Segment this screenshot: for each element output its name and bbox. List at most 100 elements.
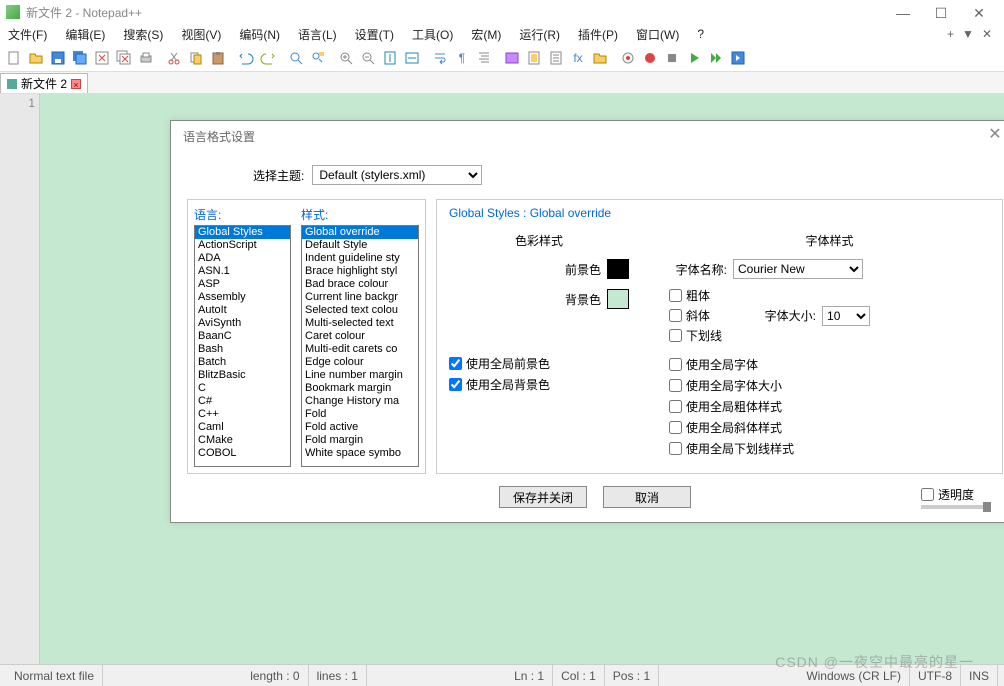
use-global-fg-check[interactable]: 使用全局前景色 bbox=[449, 355, 629, 372]
language-item[interactable]: ADA bbox=[195, 252, 290, 265]
language-listbox[interactable]: Global StylesActionScriptADAASN.1ASPAsse… bbox=[194, 225, 291, 467]
style-item[interactable]: Edge colour bbox=[302, 356, 418, 369]
use-global-underline-check[interactable]: 使用全局下划线样式 bbox=[669, 440, 990, 457]
undo-icon[interactable] bbox=[236, 48, 256, 68]
language-item[interactable]: ASN.1 bbox=[195, 265, 290, 278]
language-item[interactable]: AviSynth bbox=[195, 317, 290, 330]
menu-x-icon[interactable]: ✕ bbox=[982, 27, 992, 41]
style-item[interactable]: Caret colour bbox=[302, 330, 418, 343]
language-item[interactable]: C bbox=[195, 382, 290, 395]
menu-plugins[interactable]: 插件(P) bbox=[574, 26, 622, 43]
style-item[interactable]: Current line backgr bbox=[302, 291, 418, 304]
language-item[interactable]: Caml bbox=[195, 421, 290, 434]
style-item[interactable]: Indent guideline sty bbox=[302, 252, 418, 265]
style-item[interactable]: White space symbo bbox=[302, 447, 418, 460]
bold-check[interactable]: 粗体 bbox=[669, 287, 722, 304]
menu-language[interactable]: 语言(L) bbox=[294, 26, 341, 43]
record-icon[interactable] bbox=[640, 48, 660, 68]
use-global-italic-check[interactable]: 使用全局斜体样式 bbox=[669, 419, 990, 436]
menu-run[interactable]: 运行(R) bbox=[515, 26, 564, 43]
close-file-icon[interactable] bbox=[92, 48, 112, 68]
replace-icon[interactable] bbox=[308, 48, 328, 68]
save-close-button[interactable]: 保存并关闭 bbox=[499, 486, 587, 508]
language-item[interactable]: Assembly bbox=[195, 291, 290, 304]
ud-lang-icon[interactable] bbox=[502, 48, 522, 68]
menu-window[interactable]: 窗口(W) bbox=[632, 26, 683, 43]
menu-help[interactable]: ? bbox=[693, 27, 708, 41]
language-item[interactable]: BaanC bbox=[195, 330, 290, 343]
language-item[interactable]: Global Styles bbox=[195, 226, 290, 239]
use-global-bold-check[interactable]: 使用全局粗体样式 bbox=[669, 398, 990, 415]
menu-edit[interactable]: 编辑(E) bbox=[61, 26, 109, 43]
close-all-icon[interactable] bbox=[114, 48, 134, 68]
menu-view[interactable]: 视图(V) bbox=[177, 26, 225, 43]
open-file-icon[interactable] bbox=[26, 48, 46, 68]
language-item[interactable]: ASP bbox=[195, 278, 290, 291]
menu-encoding[interactable]: 编码(N) bbox=[235, 26, 284, 43]
menu-dropdown-icon[interactable]: ▼ bbox=[962, 27, 974, 41]
fg-color-swatch[interactable] bbox=[607, 259, 629, 279]
folder-browser-icon[interactable] bbox=[590, 48, 610, 68]
style-item[interactable]: Fold bbox=[302, 408, 418, 421]
new-file-icon[interactable] bbox=[4, 48, 24, 68]
play-icon[interactable] bbox=[684, 48, 704, 68]
style-item[interactable]: Fold active bbox=[302, 421, 418, 434]
menu-file[interactable]: 文件(F) bbox=[4, 26, 51, 43]
style-listbox[interactable]: Global overrideDefault StyleIndent guide… bbox=[301, 225, 419, 467]
transparency-slider[interactable] bbox=[921, 505, 991, 509]
copy-icon[interactable] bbox=[186, 48, 206, 68]
style-item[interactable]: Multi-selected text bbox=[302, 317, 418, 330]
use-global-font-check[interactable]: 使用全局字体 bbox=[669, 356, 990, 373]
save-icon[interactable] bbox=[48, 48, 68, 68]
sync-v-icon[interactable] bbox=[380, 48, 400, 68]
wordwrap-icon[interactable] bbox=[430, 48, 450, 68]
style-item[interactable]: Line number margin bbox=[302, 369, 418, 382]
minimize-button[interactable]: — bbox=[896, 5, 910, 19]
func-list-icon[interactable]: fx bbox=[568, 48, 588, 68]
monitor-icon[interactable] bbox=[618, 48, 638, 68]
style-item[interactable]: Global override bbox=[302, 226, 418, 239]
style-item[interactable]: Bad brace colour bbox=[302, 278, 418, 291]
style-item[interactable]: Multi-edit carets co bbox=[302, 343, 418, 356]
menu-plus-icon[interactable]: + bbox=[947, 27, 954, 41]
transparency-check[interactable]: 透明度 bbox=[921, 486, 974, 503]
language-item[interactable]: C# bbox=[195, 395, 290, 408]
style-item[interactable]: Change History ma bbox=[302, 395, 418, 408]
zoom-out-icon[interactable] bbox=[358, 48, 378, 68]
print-icon[interactable] bbox=[136, 48, 156, 68]
font-size-select[interactable]: 10 bbox=[822, 306, 870, 326]
theme-select[interactable]: Default (stylers.xml) bbox=[312, 165, 482, 185]
menu-macro[interactable]: 宏(M) bbox=[467, 26, 505, 43]
play-multi-icon[interactable] bbox=[706, 48, 726, 68]
language-item[interactable]: COBOL bbox=[195, 447, 290, 460]
bg-color-swatch[interactable] bbox=[607, 289, 629, 309]
maximize-button[interactable]: ☐ bbox=[934, 5, 948, 19]
close-button[interactable]: ✕ bbox=[972, 5, 986, 19]
menu-search[interactable]: 搜索(S) bbox=[119, 26, 167, 43]
italic-check[interactable]: 斜体 bbox=[669, 307, 722, 324]
language-item[interactable]: C++ bbox=[195, 408, 290, 421]
language-item[interactable]: CMake bbox=[195, 434, 290, 447]
language-item[interactable]: BlitzBasic bbox=[195, 369, 290, 382]
file-tab[interactable]: 新文件 2 × bbox=[0, 73, 88, 93]
sync-h-icon[interactable] bbox=[402, 48, 422, 68]
doc-map-icon[interactable] bbox=[524, 48, 544, 68]
language-item[interactable]: Bash bbox=[195, 343, 290, 356]
show-all-chars-icon[interactable]: ¶ bbox=[452, 48, 472, 68]
use-global-size-check[interactable]: 使用全局字体大小 bbox=[669, 377, 990, 394]
menu-tools[interactable]: 工具(O) bbox=[408, 26, 457, 43]
language-item[interactable]: ActionScript bbox=[195, 239, 290, 252]
cut-icon[interactable] bbox=[164, 48, 184, 68]
save-macro-icon[interactable] bbox=[728, 48, 748, 68]
indent-guide-icon[interactable] bbox=[474, 48, 494, 68]
cancel-button[interactable]: 取消 bbox=[603, 486, 691, 508]
save-all-icon[interactable] bbox=[70, 48, 90, 68]
editor-content[interactable]: 语言格式设置 ✕ 选择主题: Default (stylers.xml) 语言:… bbox=[40, 94, 1004, 686]
style-item[interactable]: Bookmark margin bbox=[302, 382, 418, 395]
style-item[interactable]: Selected text colou bbox=[302, 304, 418, 317]
doc-list-icon[interactable] bbox=[546, 48, 566, 68]
font-name-select[interactable]: Courier New bbox=[733, 259, 863, 279]
use-global-bg-check[interactable]: 使用全局背景色 bbox=[449, 376, 629, 393]
zoom-in-icon[interactable] bbox=[336, 48, 356, 68]
file-tab-close-icon[interactable]: × bbox=[71, 79, 81, 89]
